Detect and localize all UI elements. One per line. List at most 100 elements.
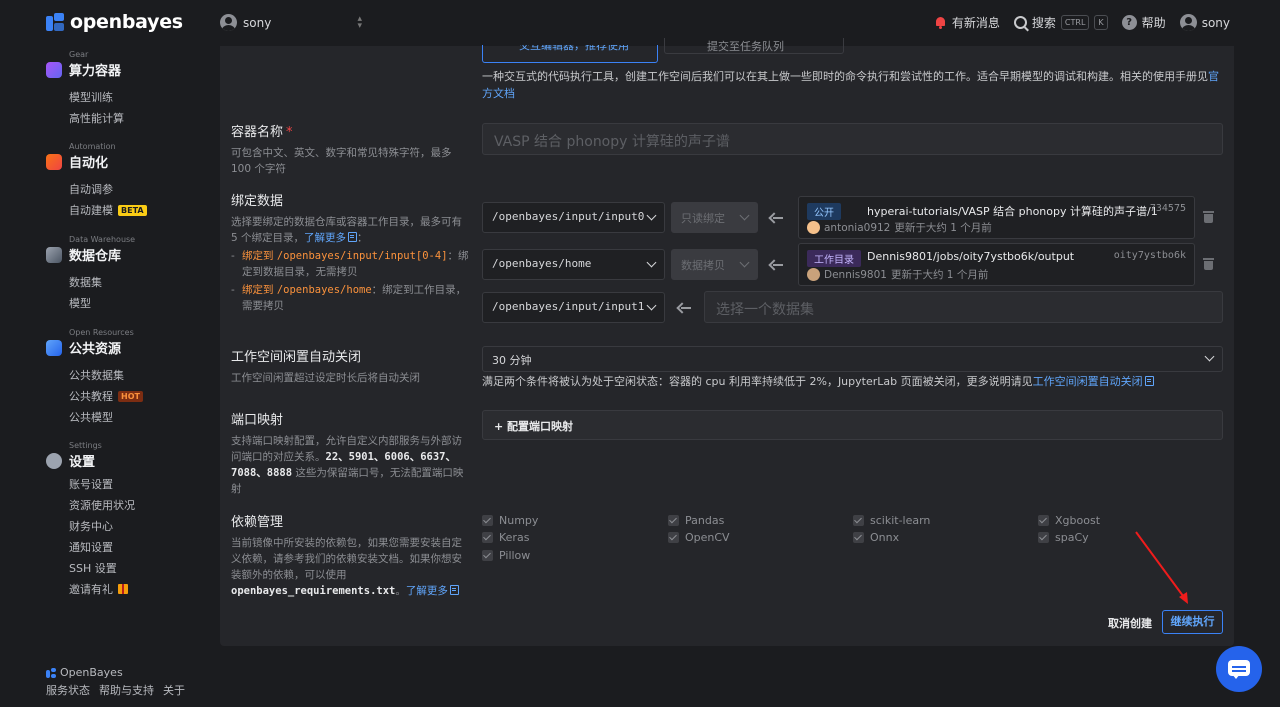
sidebar-item-finance[interactable]: 财务中心 — [69, 518, 113, 534]
idle-timeout-select[interactable]: 30 分钟 — [482, 346, 1223, 372]
dataset-picker-input[interactable]: 选择一个数据集 — [704, 291, 1223, 323]
deps-label: 依赖管理 — [231, 515, 284, 530]
sidebar-item-automation[interactable]: 自动化 — [46, 152, 108, 171]
create-container-form: 交互编辑器，推荐使用 提交至任务队列 一种交互式的代码执行工具，创建工作空间后我… — [220, 38, 1234, 646]
footer-link-about[interactable]: 关于 — [163, 682, 185, 698]
sidebar-item-training[interactable]: 模型训练 — [69, 89, 113, 105]
brand-logo[interactable]: openbayes — [46, 11, 183, 33]
sidebar-item-account[interactable]: 账号设置 — [69, 476, 113, 492]
sidebar-item-notifications[interactable]: 通知设置 — [69, 539, 113, 555]
top-bar: openbayes sony ▴ ▾ 有新消息 搜索 CTRL K ? 帮助 so… — [0, 0, 1280, 46]
bind-mode-select-0[interactable]: 只读绑定 — [671, 202, 758, 233]
bind-learn-more-link[interactable]: 了解更多 — [304, 232, 358, 244]
bind-rule-home: 绑定到 /openbayes/home：绑定到工作目录，需要拷贝 — [231, 282, 471, 314]
sidebar-footer: OpenBayes 服务状态 帮助与支持 关于 — [46, 666, 185, 698]
section-caption: Automation — [69, 142, 116, 151]
tab-submit-job[interactable]: 提交至任务队列 — [664, 38, 844, 54]
help-link[interactable]: ? 帮助 — [1121, 14, 1166, 31]
chevron-down-icon — [646, 257, 657, 268]
sidebar-item-ssh[interactable]: SSH 设置 — [69, 560, 117, 576]
sidebar-item-models[interactable]: 模型 — [69, 295, 91, 311]
beta-badge: BETA — [118, 204, 147, 216]
dep-pandas[interactable]: Pandas — [668, 514, 724, 527]
name-label-block: 容器名称 * 可包含中文、英文、数字和常见特殊字符，最多 100 个字符 — [231, 121, 471, 177]
dep-onnx[interactable]: Onnx — [853, 531, 899, 544]
sidebar-item-public-models[interactable]: 公共模型 — [69, 409, 113, 425]
deps-learn-more-link[interactable]: 了解更多 — [406, 585, 459, 597]
shortcut-ctrl: CTRL — [1060, 15, 1090, 30]
sidebar-item-settings[interactable]: 设置 — [46, 451, 95, 470]
idle-label-block: 工作空间闲置自动关闭 工作空间闲置超过设定时长后将自动关闭 — [231, 346, 471, 386]
footer-brand-name: OpenBayes — [60, 666, 123, 679]
footer-brand: OpenBayes — [46, 666, 185, 679]
sidebar: Gear 算力容器 模型训练 高性能计算 Automation 自动化 自动调参… — [0, 46, 210, 707]
sidebar-item-open[interactable]: 公共资源 — [46, 338, 121, 357]
doc-icon — [1144, 376, 1154, 386]
dataset-path: hyperai-tutorials/VASP 结合 phonopy 计算硅的声子… — [867, 205, 1158, 218]
deps-hint: 当前镜像中所安装的依赖包，如果您需要安装自定义依赖，请参考我们的依赖安装文档。如… — [231, 537, 462, 597]
sidebar-item-public-datasets[interactable]: 公共数据集 — [69, 367, 124, 383]
tab-interactive-editor[interactable]: 交互编辑器，推荐使用 — [482, 45, 658, 63]
footer-link-help[interactable]: 帮助与支持 — [99, 682, 154, 698]
bind-mode-select-1[interactable]: 数据拷贝 — [671, 249, 758, 280]
updated-time: 更新于大约 1 个月前 — [894, 222, 992, 234]
dataset-path: Dennis9801/jobs/oity7ystbo6k/output — [867, 250, 1075, 263]
owner-name: Dennis9801 — [824, 268, 887, 281]
sidebar-item-usage[interactable]: 资源使用状况 — [69, 497, 135, 513]
sidebar-item-autotune[interactable]: 自动调参 — [69, 181, 113, 197]
brand-name: openbayes — [70, 11, 183, 33]
dep-keras[interactable]: Keras — [482, 531, 529, 544]
section-caption: Settings — [69, 441, 102, 450]
dep-numpy[interactable]: Numpy — [482, 514, 538, 527]
updown-chevron-icon: ▴ ▾ — [357, 13, 362, 31]
section-caption: Data Warehouse — [69, 235, 136, 244]
sidebar-item-automl[interactable]: 自动建模 BETA — [69, 202, 147, 218]
sidebar-item-label: 公共教程 — [69, 390, 113, 403]
updated-time: 更新于大约 1 个月前 — [890, 269, 989, 281]
sidebar-item-label: 自动建模 — [69, 204, 113, 217]
cancel-create-button[interactable]: 取消创建 — [1108, 615, 1152, 631]
footer-link-status[interactable]: 服务状态 — [46, 682, 90, 698]
bind-rule-input: 绑定到 /openbayes/input/input[0-4]：绑定到数据目录，… — [231, 248, 471, 280]
section-title: 设置 — [69, 455, 96, 470]
dep-spacy[interactable]: spaCy — [1038, 531, 1089, 544]
section-title: 算力容器 — [69, 64, 122, 79]
configure-port-button[interactable]: + 配置端口映射 — [482, 410, 1223, 440]
sidebar-item-datasets[interactable]: 数据集 — [69, 274, 102, 290]
sidebar-item-warehouse[interactable]: 数据仓库 — [46, 245, 121, 264]
arrow-left-icon — [769, 212, 783, 224]
doc-icon — [348, 232, 358, 242]
tab-label: 交互编辑器，推荐使用 — [519, 45, 629, 52]
idle-docs-link[interactable]: 工作空间闲置自动关闭 — [1033, 373, 1154, 389]
bind-target-select-0[interactable]: /openbayes/input/input0 — [482, 202, 665, 233]
dep-xgboost[interactable]: Xgboost — [1038, 514, 1100, 527]
bind-target-select-2[interactable]: /openbayes/input/input1 — [482, 292, 665, 323]
bind-target-select-1[interactable]: /openbayes/home — [482, 249, 665, 280]
sidebar-item-hpc[interactable]: 高性能计算 — [69, 110, 124, 126]
port-label: 端口映射 — [231, 413, 284, 428]
live-chat-button[interactable] — [1216, 646, 1262, 692]
user-menu[interactable]: sony — [1179, 14, 1230, 31]
bound-dataset-1[interactable]: 工作目录 Dennis9801/jobs/oity7ystbo6k/output… — [798, 243, 1195, 286]
chevron-down-icon — [646, 300, 657, 311]
search-button[interactable]: 搜索 CTRL K — [1013, 14, 1108, 31]
continue-button[interactable]: 继续执行 — [1162, 610, 1223, 634]
checkbox-checked-icon — [482, 515, 493, 526]
bound-dataset-0[interactable]: 公开 hyperai-tutorials/VASP 结合 phonopy 计算硅… — [798, 196, 1195, 239]
dep-pillow[interactable]: Pillow — [482, 549, 530, 562]
idle-label: 工作空间闲置自动关闭 — [231, 350, 362, 365]
sidebar-item-public-tutorials[interactable]: 公共教程 HOT — [69, 388, 143, 404]
section-caption: Gear — [69, 50, 89, 59]
dep-scikit-learn[interactable]: scikit-learn — [853, 514, 930, 527]
dep-opencv[interactable]: OpenCV — [668, 531, 730, 544]
trash-icon[interactable] — [1203, 211, 1214, 223]
sidebar-item-invite[interactable]: 邀请有礼 — [69, 581, 128, 597]
container-name-input[interactable]: VASP 结合 phonopy 计算硅的声子谱 — [482, 123, 1223, 155]
idle-hint: 工作空间闲置超过设定时长后将自动关闭 — [231, 372, 420, 384]
trash-icon[interactable] — [1203, 258, 1214, 270]
notifications-link[interactable]: 有新消息 — [934, 14, 1000, 31]
name-label: 容器名称 * — [231, 125, 293, 140]
dataset-id: oity7ystbo6k — [1113, 250, 1186, 261]
sidebar-item-gear[interactable]: 算力容器 — [46, 60, 121, 79]
workspace-switcher[interactable]: sony ▴ ▾ — [220, 14, 362, 31]
